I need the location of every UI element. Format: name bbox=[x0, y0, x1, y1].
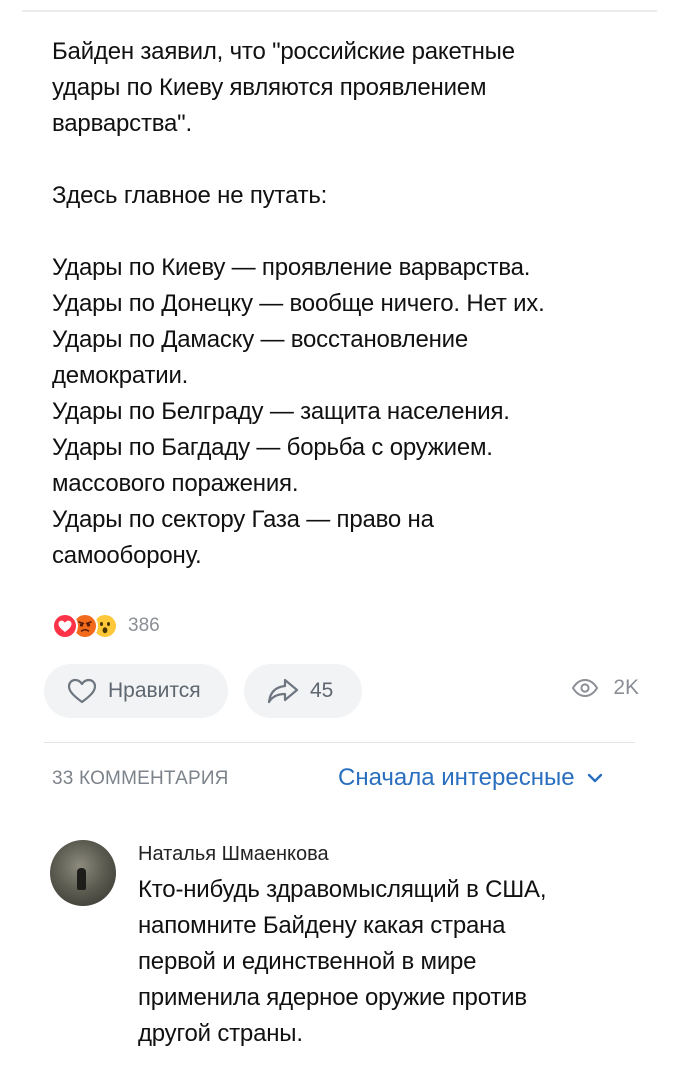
chevron-down-icon bbox=[587, 773, 602, 783]
comments-count-header: 33 КОММЕНТАРИЯ bbox=[52, 768, 229, 789]
eye-icon bbox=[572, 678, 599, 698]
avatar[interactable] bbox=[50, 840, 116, 906]
comment-text-line: первой и единственной в мире bbox=[138, 948, 477, 975]
post-paragraph-gap bbox=[52, 142, 642, 178]
post-text-line: Удары по Белграду — защита населения. bbox=[52, 398, 510, 425]
avatar-figure bbox=[77, 868, 86, 890]
comment-text-line: Кто-нибудь здравомыслящий в США, bbox=[138, 876, 547, 903]
post-text-line: удары по Киеву являются проявлением bbox=[52, 74, 487, 101]
comments-sort-dropdown[interactable]: Сначала интересные bbox=[338, 764, 603, 792]
top-divider bbox=[22, 10, 657, 12]
post-paragraph-gap bbox=[52, 214, 642, 250]
post-text-line: Удары по Дамаску — восстановление bbox=[52, 326, 469, 353]
views-count: 2K bbox=[613, 676, 639, 699]
comment-item: Наталья Шмаенкова Кто-нибудь здравомысля… bbox=[138, 840, 638, 1052]
views-counter: 2K bbox=[571, 676, 639, 700]
comment-text-line: применила ядерное оружие против bbox=[138, 984, 527, 1011]
share-arrow-icon bbox=[266, 677, 300, 705]
comments-divider bbox=[44, 742, 635, 743]
comment-author[interactable]: Наталья Шмаенкова bbox=[138, 840, 638, 868]
comment-text-line: напомните Байдену какая страна bbox=[138, 912, 506, 939]
share-count: 45 bbox=[310, 679, 334, 702]
post-text-line: демократии. bbox=[52, 362, 189, 389]
post-text-line: массового поражения. bbox=[52, 470, 299, 497]
comment-text-line: другой страны. bbox=[138, 1020, 303, 1047]
post-text-line: Удары по сектору Газа — право на bbox=[52, 506, 434, 533]
heart-reaction-icon bbox=[52, 613, 78, 639]
post-text-line: варварства". bbox=[52, 110, 192, 137]
post-text-line: Удары по Донецку — вообще ничего. Нет их… bbox=[52, 290, 545, 317]
reaction-count: 386 bbox=[128, 615, 160, 636]
share-button[interactable]: 45 bbox=[244, 664, 362, 718]
post-text-line: самооборону. bbox=[52, 542, 202, 569]
like-button[interactable]: Нравится bbox=[44, 664, 228, 718]
heart-outline-icon bbox=[66, 677, 98, 705]
post-text-line: Удары по Багдаду — борьба с оружием. bbox=[52, 434, 493, 461]
comments-sort-label: Сначала интересные bbox=[338, 764, 575, 791]
reactions-summary[interactable]: 386 bbox=[52, 612, 160, 640]
post-text-line: Здесь главное не путать: bbox=[52, 182, 328, 209]
post-text-line: Удары по Киеву — проявление варварства. bbox=[52, 254, 531, 281]
post-text-line: Байден заявил, что "российские ракетные bbox=[52, 38, 515, 65]
post-text: Байден заявил, что "российские ракетные … bbox=[52, 34, 642, 574]
like-button-label: Нравится bbox=[108, 679, 201, 702]
